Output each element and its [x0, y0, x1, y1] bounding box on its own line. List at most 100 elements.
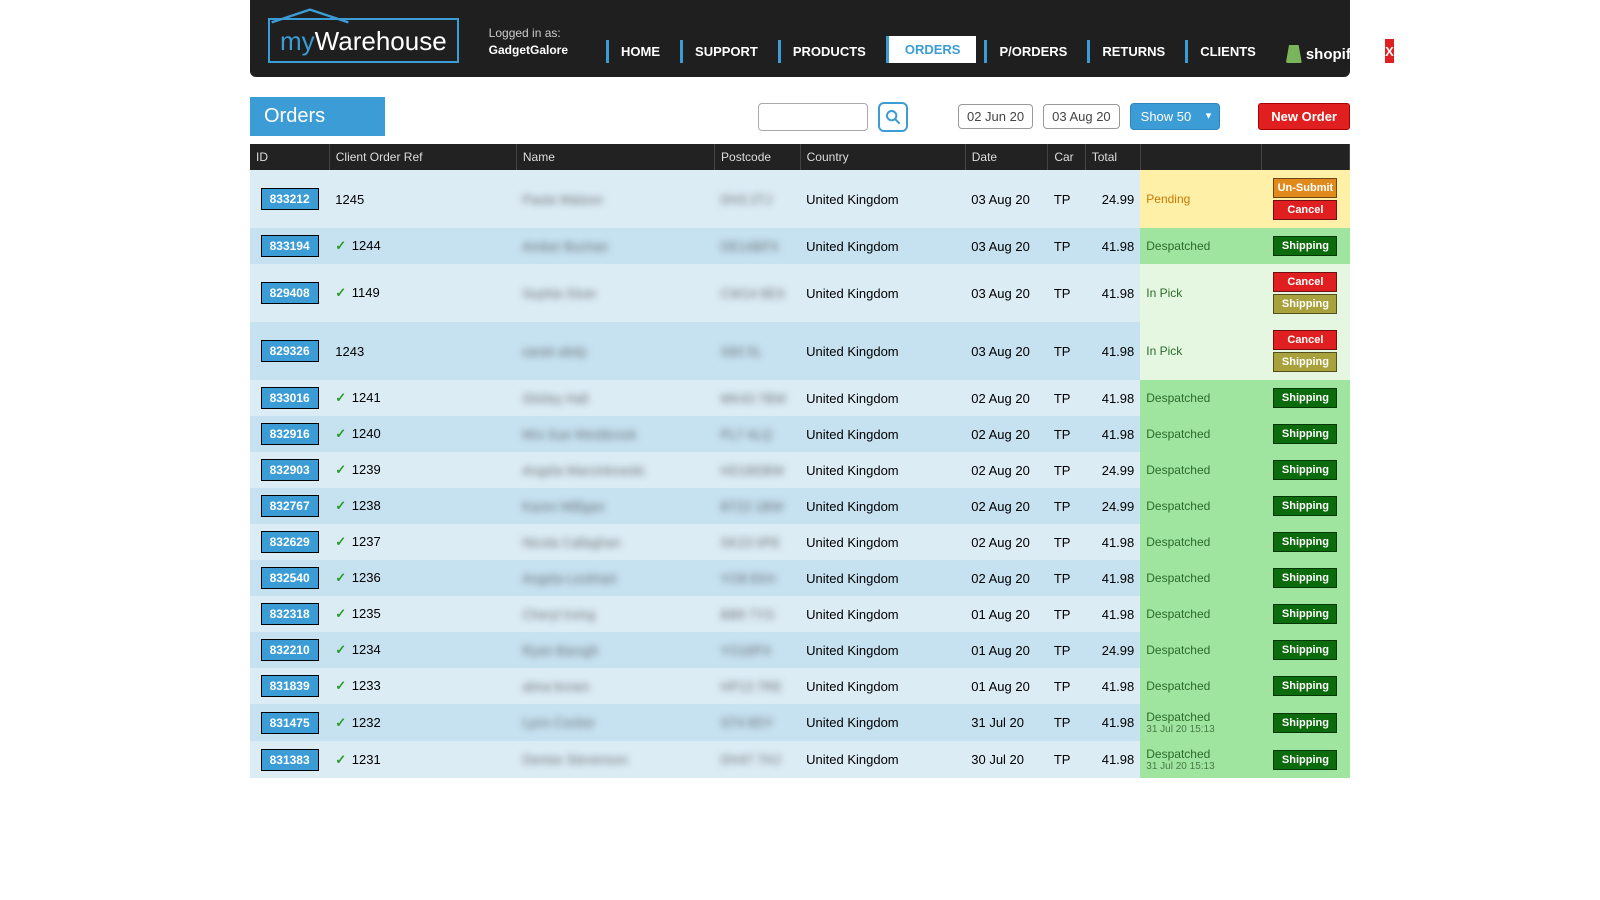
client-ref: 1234 — [348, 642, 381, 657]
nav-clients[interactable]: CLIENTS — [1185, 40, 1268, 63]
shipping-button[interactable]: Shipping — [1273, 352, 1337, 372]
carrier: TP — [1048, 322, 1085, 380]
customer-name: Ryan Barugh — [522, 643, 598, 658]
country: United Kingdom — [800, 380, 965, 416]
order-id-button[interactable]: 832629 — [261, 531, 319, 553]
order-id-button[interactable]: 832540 — [261, 567, 319, 589]
customer-name: Denise Stevenson — [522, 752, 628, 767]
show-count-select[interactable]: Show 50 — [1130, 103, 1221, 130]
logo[interactable]: myWarehouse — [268, 18, 459, 63]
check-icon: ✓ — [335, 498, 346, 513]
shipping-button[interactable]: Shipping — [1273, 532, 1337, 552]
cancel-button[interactable]: Cancel — [1273, 200, 1337, 220]
order-id-button[interactable]: 832916 — [261, 423, 319, 445]
table-row: 833212 1245Paula WatsonDH3 2TJUnited Kin… — [250, 170, 1350, 228]
shipping-button[interactable]: Shipping — [1273, 496, 1337, 516]
cancel-button[interactable]: Cancel — [1273, 330, 1337, 350]
carrier: TP — [1048, 416, 1085, 452]
column-header[interactable]: Total — [1085, 144, 1140, 170]
carrier: TP — [1048, 170, 1085, 228]
client-ref: 1235 — [348, 606, 381, 621]
status-cell: Despatched — [1140, 452, 1261, 488]
table-row: 831475✓ 1232Lynn CockerST4 8DYUnited Kin… — [250, 704, 1350, 741]
nav-products[interactable]: PRODUCTS — [778, 40, 878, 63]
order-id-button[interactable]: 832318 — [261, 603, 319, 625]
shipping-button[interactable]: Shipping — [1273, 388, 1337, 408]
customer-name: Cheryl Irving — [522, 607, 595, 622]
order-id-button[interactable]: 833212 — [261, 188, 319, 210]
shipping-button[interactable]: Shipping — [1273, 568, 1337, 588]
new-order-button[interactable]: New Order — [1258, 103, 1350, 130]
status-cell: Despatched31 Jul 20 15:13 — [1140, 704, 1261, 741]
check-icon: ✓ — [335, 390, 346, 405]
nav-orders[interactable]: ORDERS — [886, 36, 977, 63]
actions-cell: Shipping — [1261, 596, 1349, 632]
column-header[interactable]: Name — [516, 144, 714, 170]
shopify-label: shopify — [1306, 46, 1359, 63]
order-date: 03 Aug 20 — [965, 322, 1048, 380]
shipping-button[interactable]: Shipping — [1273, 294, 1337, 314]
order-id-button[interactable]: 833194 — [261, 235, 319, 257]
shipping-button[interactable]: Shipping — [1273, 236, 1337, 256]
order-id-button[interactable]: 832767 — [261, 495, 319, 517]
table-row: 829408✓ 1149Sophie DiverCW14 8ESUnited K… — [250, 264, 1350, 322]
carrier: TP — [1048, 228, 1085, 264]
status-cell: Despatched — [1140, 632, 1261, 668]
actions-cell: Shipping — [1261, 452, 1349, 488]
customer-name: Sophie Diver — [522, 286, 596, 301]
client-ref: 1240 — [348, 426, 381, 441]
client-ref: 1232 — [348, 715, 381, 730]
column-header[interactable]: Date — [965, 144, 1048, 170]
column-header[interactable]: Postcode — [715, 144, 801, 170]
nav-home[interactable]: HOME — [606, 40, 672, 63]
order-id-button[interactable]: 833016 — [261, 387, 319, 409]
customer-name: Angela Lockhart — [522, 571, 616, 586]
order-total: 24.99 — [1085, 452, 1140, 488]
shipping-button[interactable]: Shipping — [1273, 424, 1337, 444]
shipping-button[interactable]: Shipping — [1273, 676, 1337, 696]
order-id-button[interactable]: 831839 — [261, 675, 319, 697]
order-id-button[interactable]: 829326 — [261, 340, 319, 362]
order-id-button[interactable]: 832210 — [261, 639, 319, 661]
cancel-button[interactable]: Cancel — [1273, 272, 1337, 292]
login-info: Logged in as: GadgetGalore — [489, 25, 568, 59]
shipping-button[interactable]: Shipping — [1273, 640, 1337, 660]
carrier: TP — [1048, 524, 1085, 560]
order-id-button[interactable]: 831383 — [261, 749, 319, 771]
shopify-link[interactable]: shopify — [1286, 45, 1359, 63]
check-icon: ✓ — [335, 462, 346, 477]
country: United Kingdom — [800, 452, 965, 488]
postcode: YO18PX — [721, 643, 772, 658]
roof-icon — [270, 8, 350, 24]
order-id-button[interactable]: 831475 — [261, 712, 319, 734]
order-date: 02 Aug 20 — [965, 524, 1048, 560]
column-header[interactable] — [1261, 144, 1349, 170]
close-button[interactable]: X — [1385, 39, 1394, 63]
column-header[interactable]: Country — [800, 144, 965, 170]
order-date: 03 Aug 20 — [965, 228, 1048, 264]
order-id-button[interactable]: 832903 — [261, 459, 319, 481]
country: United Kingdom — [800, 596, 965, 632]
nav-returns[interactable]: RETURNS — [1087, 40, 1177, 63]
country: United Kingdom — [800, 560, 965, 596]
shipping-button[interactable]: Shipping — [1273, 460, 1337, 480]
column-header[interactable]: Client Order Ref — [329, 144, 516, 170]
customer-name: Angela Marcinkowski — [522, 463, 644, 478]
date-to-input[interactable]: 03 Aug 20 — [1043, 104, 1120, 129]
client-ref: 1238 — [348, 498, 381, 513]
shipping-button[interactable]: Shipping — [1273, 713, 1337, 733]
shipping-button[interactable]: Shipping — [1273, 750, 1337, 770]
search-button[interactable] — [878, 102, 908, 132]
nav-support[interactable]: SUPPORT — [680, 40, 770, 63]
column-header[interactable]: Car — [1048, 144, 1085, 170]
order-id-button[interactable]: 829408 — [261, 282, 319, 304]
shipping-button[interactable]: Shipping — [1273, 604, 1337, 624]
column-header[interactable]: ID — [250, 144, 329, 170]
nav-porders[interactable]: P/ORDERS — [984, 40, 1079, 63]
actions-cell: Shipping — [1261, 524, 1349, 560]
status-cell: In Pick — [1140, 264, 1261, 322]
search-input[interactable] — [758, 103, 868, 131]
date-from-input[interactable]: 02 Jun 20 — [958, 104, 1033, 129]
unsubmit-button[interactable]: Un-Submit — [1273, 178, 1337, 198]
column-header[interactable] — [1140, 144, 1261, 170]
